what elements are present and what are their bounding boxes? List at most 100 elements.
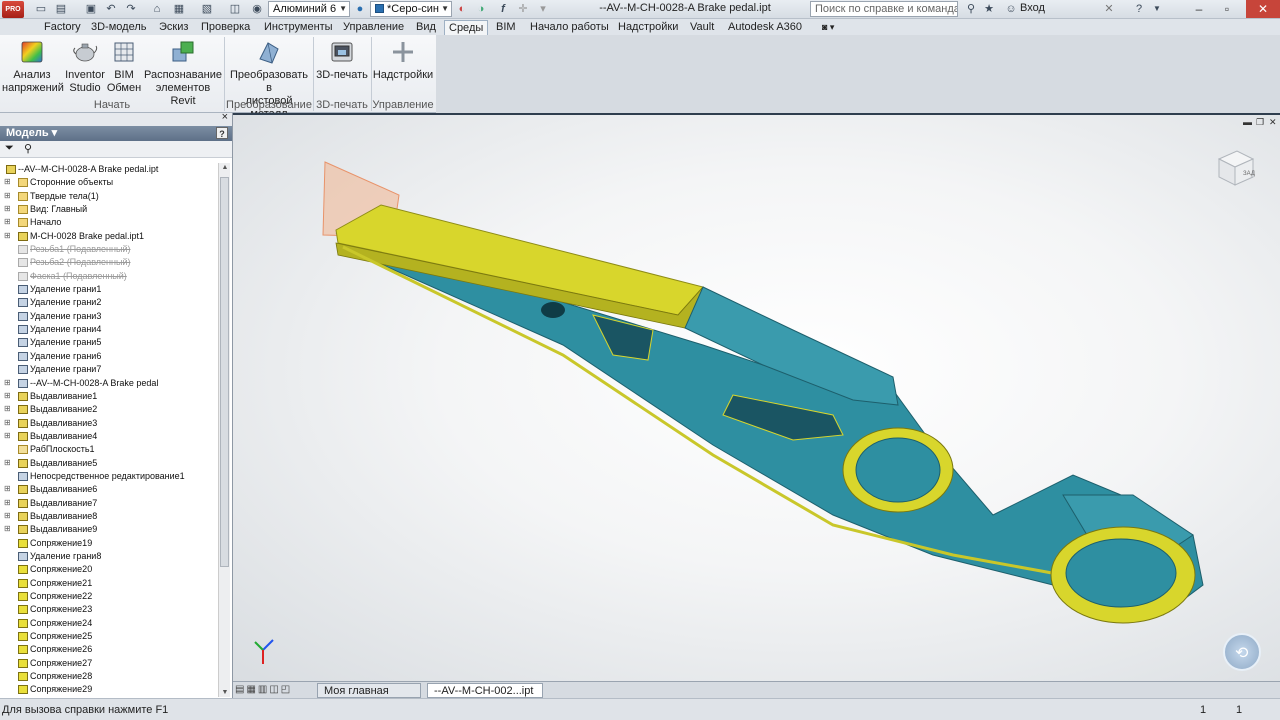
tree-node[interactable]: ⊞ Выдавливание5 xyxy=(0,457,218,470)
binoculars-icon[interactable]: ⚲ xyxy=(964,2,978,16)
expand-icon[interactable]: ⊞ xyxy=(4,485,12,493)
tree-node[interactable]: Фаска1 (Подавленный) xyxy=(0,270,218,283)
expand-icon[interactable]: ⊞ xyxy=(4,378,12,387)
chevron-down-icon[interactable]: ▼ xyxy=(1150,2,1164,16)
tile-views-icon[interactable]: ▤▦▥◫◰ xyxy=(235,684,292,695)
camera-icon[interactable]: ◙ ▾ xyxy=(818,20,838,35)
adjust-icon[interactable]: ◑ xyxy=(474,2,488,16)
open-folder-icon[interactable]: ▤ xyxy=(54,2,68,16)
redo-icon[interactable]: ↷ xyxy=(124,2,138,16)
expand-icon[interactable]: ⊞ xyxy=(4,458,12,467)
tree-node[interactable]: Удаление грани3 xyxy=(0,310,218,323)
bim-exchange-button[interactable]: BIM Обмен xyxy=(106,39,142,95)
tree-node[interactable]: Сопряжение25 xyxy=(0,630,218,643)
browser-help-icon[interactable]: ? xyxy=(216,127,228,139)
tab-manage[interactable]: Управление xyxy=(339,20,408,35)
tree-node[interactable]: Удаление грани6 xyxy=(0,350,218,363)
tree-node[interactable]: Сопряжение19 xyxy=(0,537,218,550)
viewcube[interactable]: ЗАД xyxy=(1213,145,1257,189)
tree-node[interactable]: --AV--M-CH-0028-A Brake pedal.ipt xyxy=(0,163,218,176)
star-icon[interactable]: ★ xyxy=(982,2,996,16)
expand-icon[interactable]: ⊞ xyxy=(4,511,12,520)
tree-node[interactable]: Сопряжение20 xyxy=(0,563,218,576)
tree-node[interactable]: ⊞ Выдавливание8 xyxy=(0,510,218,523)
tree-node[interactable]: ⊞ Сторонние объекты xyxy=(0,176,218,189)
tree-node[interactable]: ⊞ Вид: Главный xyxy=(0,203,218,216)
close-button[interactable]: ✕ xyxy=(1246,0,1280,18)
graphics-viewport[interactable]: ▬ ❐ ✕ ЗАД ⟲ xyxy=(233,113,1280,681)
browser-header[interactable]: Модель ▾ ? xyxy=(0,126,232,141)
tree-node[interactable]: ⊞ Выдавливание9 xyxy=(0,523,218,536)
tab-bim[interactable]: BIM xyxy=(492,20,520,35)
help-search-input[interactable]: Поиск по справке и командам xyxy=(810,1,958,17)
tree-node[interactable]: ⊞ Выдавливание3 xyxy=(0,417,218,430)
move-icon[interactable]: ✛ xyxy=(516,2,530,16)
expand-icon[interactable]: ⊞ xyxy=(4,218,12,226)
customize-icon[interactable]: ▾ xyxy=(536,2,550,16)
sphere-icon[interactable]: ◉ xyxy=(250,2,264,16)
navigation-wheel[interactable]: ⟲ xyxy=(1223,633,1261,671)
tab-sketch[interactable]: Эскиз xyxy=(155,20,192,35)
tree-node[interactable]: Удаление грани4 xyxy=(0,323,218,336)
revit-feature-recognition-button[interactable]: Распознавание элементов Revit xyxy=(142,39,224,108)
tree-node[interactable]: Непосредственное редактирование1 xyxy=(0,470,218,483)
properties-icon[interactable]: ◫ xyxy=(228,2,242,16)
tree-node[interactable]: Удаление грани8 xyxy=(0,550,218,563)
expand-icon[interactable]: ⊞ xyxy=(4,431,12,440)
tree-node[interactable]: ⊞ Выдавливание7 xyxy=(0,497,218,510)
save-icon[interactable]: ▣ xyxy=(84,2,98,16)
expand-icon[interactable]: ⊞ xyxy=(4,525,12,533)
close-icon[interactable]: × xyxy=(222,111,228,123)
tab-tools[interactable]: Инструменты xyxy=(260,20,337,35)
tab-environments[interactable]: Среды xyxy=(444,20,489,35)
tree-node[interactable]: Сопряжение21 xyxy=(0,577,218,590)
tree-node[interactable]: ⊞ Выдавливание4 xyxy=(0,430,218,443)
clear-appearance-icon[interactable]: ◐ xyxy=(455,2,469,16)
tree-node[interactable]: Удаление грани1 xyxy=(0,283,218,296)
tab-brake-pedal[interactable]: --AV--M-CH-002...ipt ⊠ xyxy=(427,683,543,710)
expand-icon[interactable]: ⊞ xyxy=(4,178,12,186)
tab-my-home[interactable]: Моя главная стран... xyxy=(317,683,421,711)
expand-icon[interactable]: ⊞ xyxy=(4,391,12,400)
addins-button[interactable]: Надстройки xyxy=(372,39,434,82)
tree-node[interactable]: Сопряжение24 xyxy=(0,617,218,630)
tab-a360[interactable]: Autodesk A360 xyxy=(724,20,806,35)
tree-node[interactable]: РабПлоскость1 xyxy=(0,443,218,456)
expand-icon[interactable]: ⊞ xyxy=(4,405,12,413)
home-icon[interactable]: ⌂ xyxy=(150,2,164,16)
tree-node[interactable]: Удаление грани5 xyxy=(0,336,218,349)
material-combo[interactable]: Алюминий 6 ▼ xyxy=(268,1,350,17)
maximize-button[interactable]: ▫ xyxy=(1214,0,1240,18)
minimize-button[interactable]: – xyxy=(1186,0,1212,18)
tree-node[interactable]: ⊞ Твердые тела(1) xyxy=(0,190,218,203)
tree-node[interactable]: Удаление грани7 xyxy=(0,363,218,376)
scroll-thumb[interactable] xyxy=(220,177,229,567)
appearance-combo[interactable]: *Серо-син ▼ xyxy=(370,1,452,17)
user-icon[interactable]: ☺ xyxy=(1004,2,1018,16)
tree-node[interactable]: Сопряжение27 xyxy=(0,657,218,670)
expand-icon[interactable]: ⊞ xyxy=(4,418,12,427)
binoculars-icon[interactable]: ⚲ xyxy=(24,142,32,155)
tab-view[interactable]: Вид xyxy=(412,20,440,35)
tree-node[interactable]: ⊞ Выдавливание2 xyxy=(0,403,218,416)
tree-node[interactable]: ⊞ Выдавливание6 xyxy=(0,483,218,496)
undo-icon[interactable]: ↶ xyxy=(104,2,118,16)
tree-node[interactable]: Удаление грани2 xyxy=(0,296,218,309)
scroll-down-icon[interactable]: ▼ xyxy=(220,689,230,696)
filter-icon[interactable]: ⏷ xyxy=(5,142,14,155)
new-file-icon[interactable]: ▭ xyxy=(34,2,48,16)
tab-addins[interactable]: Надстройки xyxy=(614,20,682,35)
expand-icon[interactable]: ⊞ xyxy=(4,498,12,507)
scroll-up-icon[interactable]: ▲ xyxy=(220,164,230,171)
select-icon[interactable]: ▧ xyxy=(200,2,214,16)
tree-node[interactable]: Резьба2 (Подавленный) xyxy=(0,256,218,269)
application-menu-button[interactable]: PRO xyxy=(2,1,24,18)
expand-icon[interactable]: ⊞ xyxy=(4,191,12,200)
tree-node[interactable]: ⊞ Начало xyxy=(0,216,218,229)
tree-node[interactable]: Сопряжение26 xyxy=(0,643,218,656)
tab-factory[interactable]: Factory xyxy=(40,20,85,35)
inventor-studio-button[interactable]: Inventor Studio xyxy=(62,39,108,95)
exchange-icon[interactable]: ✕ xyxy=(1102,2,1116,16)
brake-pedal-model[interactable] xyxy=(233,115,1280,681)
3d-print-button[interactable]: 3D-печать xyxy=(314,39,370,82)
